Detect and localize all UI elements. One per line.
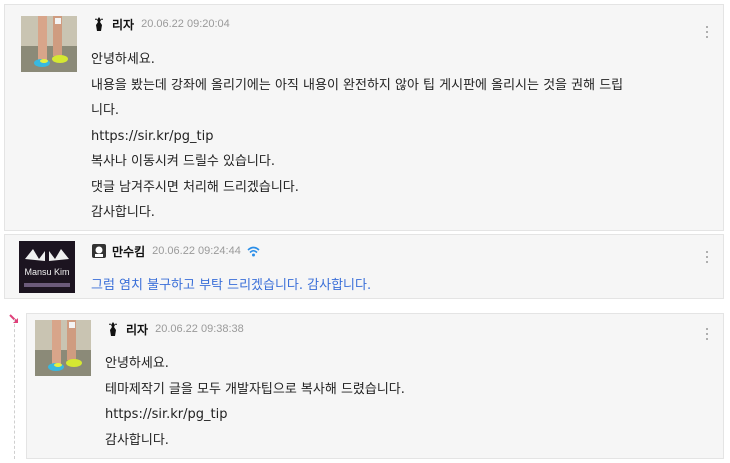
comment-header: 만수킴 20.06.22 09:24:44 [91,242,260,260]
level-icon [92,244,106,258]
more-options-icon[interactable] [705,328,709,342]
reply-comment-item: 리자 20.06.22 09:38:38 안녕하세요. 테마제작기 글을 모두 … [26,313,724,459]
comment-line: 그럼 염치 불구하고 부탁 드리겠습니다. 감사합니다. [91,278,372,293]
comment-link: https://sir.kr/pg_tip [91,128,214,144]
nickname[interactable]: 리자 [112,16,134,33]
timestamp: 20.06.22 09:38:38 [155,323,244,335]
avatar[interactable]: Mansu Kim [19,241,75,293]
reply-arrow-icon [9,314,18,323]
comment-body: 안녕하세요. 내용을 봤는데 강좌에 올리기에는 아직 내용이 완전하지 않아 … [91,47,623,226]
comment-line: 내용을 봤는데 강좌에 올리기에는 아직 내용이 완전하지 않아 팁 게시판에 … [91,77,624,93]
comment-link: https://sir.kr/pg_tip [105,407,228,422]
wifi-icon [247,246,260,256]
timestamp: 20.06.22 09:24:44 [152,245,241,257]
level-icon [95,17,103,31]
more-options-icon[interactable] [705,251,709,265]
avatar[interactable] [35,320,91,376]
comment-line: 안녕하세요. [105,356,169,371]
comment-line: 복사나 이동시켜 드릴수 있습니다. [91,154,275,169]
comment-line: 테마제작기 글을 모두 개발자팁으로 복사해 드렸습니다. [105,381,405,397]
level-icon [109,322,117,336]
timestamp: 20.06.22 09:20:04 [141,18,230,30]
comment-line: 안녕하세요. [91,52,155,67]
comment-header: 리자 20.06.22 09:20:04 [91,15,230,33]
comment-body: 그럼 염치 불구하고 부탁 드리겠습니다. 감사합니다. [91,273,371,299]
comment-item: 리자 20.06.22 09:20:04 안녕하세요. 내용을 봤는데 강좌에 … [4,4,724,231]
comment-line: 감사합니다. [105,432,169,448]
comment-line: 감사합니다. [91,205,155,220]
comment-line: 댓글 남겨주시면 처리해 드리겠습니다. [91,179,299,195]
avatar[interactable] [21,16,77,72]
avatar-label: Mansu Kim [24,267,70,277]
nickname[interactable]: 만수킴 [112,243,145,260]
comment-body: 안녕하세요. 테마제작기 글을 모두 개발자팁으로 복사해 드렸습니다. htt… [105,351,405,453]
more-options-icon[interactable] [705,26,709,40]
comment-header: 리자 20.06.22 09:38:38 [105,320,244,338]
comment-line: 니다. [91,103,120,118]
comment-item: Mansu Kim 만수킴 20.06.22 09:24:44 그럼 염치 불구… [4,234,724,299]
nickname[interactable]: 리자 [126,321,148,338]
reply-connector [4,305,26,459]
